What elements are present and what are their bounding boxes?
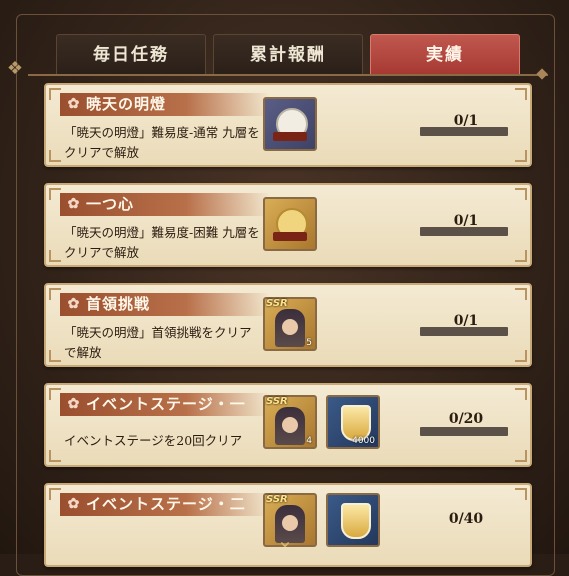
- reward-item[interactable]: 4000: [326, 395, 380, 449]
- reward-item[interactable]: [326, 493, 380, 547]
- progress-text: 0/40: [448, 511, 484, 527]
- achievement-description: 「暁天の明燈」首領挑戦をクリア で解放: [64, 325, 252, 360]
- tab-cumulative-rewards[interactable]: 累計報酬: [213, 34, 363, 74]
- sakura-flower-icon: ✿: [67, 396, 81, 412]
- progress-bar: [420, 127, 508, 136]
- achievement-description: 「暁天の明燈」難易度-困難 九層を クリアで解放: [64, 225, 260, 260]
- sakura-flower-icon: ✿: [67, 196, 81, 212]
- reward-item[interactable]: [263, 197, 317, 251]
- sakura-flower-icon: ✿: [67, 296, 81, 312]
- rarity-badge: SSR: [266, 298, 288, 309]
- achievement-description: 「暁天の明燈」難易度-通常 九層を クリアで解放: [64, 125, 260, 160]
- progress-bar: [420, 427, 508, 436]
- reward-quantity: 4000: [352, 436, 375, 446]
- achievement-title: ✿ 首領挑戦: [60, 293, 270, 316]
- achievement-title: ✿ 一つ心: [60, 193, 270, 216]
- sakura-flower-icon: ✿: [67, 496, 81, 512]
- achievement-title: ✿ イベントステージ・一: [60, 393, 270, 416]
- reward-quantity: 5: [306, 338, 312, 348]
- reward-quantity: 4: [306, 436, 312, 446]
- progress-bar: [420, 327, 508, 336]
- achievement-card: ✿ 首領挑戦 「暁天の明燈」首領挑戦をクリア で解放 SSR 5 0/1: [44, 283, 532, 367]
- tab-bar: 毎日任務 累計報酬 実績: [56, 34, 520, 74]
- achievement-title: ✿ イベントステージ・二: [60, 493, 270, 516]
- achievement-card: ✿ 暁天の明燈 「暁天の明燈」難易度-通常 九層を クリアで解放 0/1: [44, 83, 532, 167]
- tab-achievements[interactable]: 実績: [370, 34, 520, 74]
- reward-item[interactable]: SSR 4: [263, 395, 317, 449]
- rarity-badge: SSR: [266, 396, 288, 407]
- diamond-ornament-icon: ❖: [6, 58, 24, 79]
- shield-item-icon: [341, 503, 371, 539]
- reward-item[interactable]: [263, 97, 317, 151]
- sakura-flower-icon: ✿: [67, 96, 81, 112]
- progress-bar: [420, 227, 508, 236]
- achievement-card: ✿ イベントステージ・一 イベントステージを20回クリア SSR 4 4000 …: [44, 383, 532, 467]
- rarity-badge: SSR: [266, 494, 288, 505]
- achievement-card: ✿ 一つ心 「暁天の明燈」難易度-困難 九層を クリアで解放 0/1: [44, 183, 532, 267]
- achievement-description: イベントステージを20回クリア: [64, 433, 243, 448]
- achievement-title: ✿ 暁天の明燈: [60, 93, 270, 116]
- tab-daily-tasks[interactable]: 毎日任務: [56, 34, 206, 74]
- chevron-down-icon[interactable]: ⌄: [272, 530, 298, 550]
- progress-text: 0/20: [448, 411, 484, 427]
- achievement-card: ✿ イベントステージ・二 SSR 0/40: [44, 483, 532, 567]
- reward-item[interactable]: SSR 5: [263, 297, 317, 351]
